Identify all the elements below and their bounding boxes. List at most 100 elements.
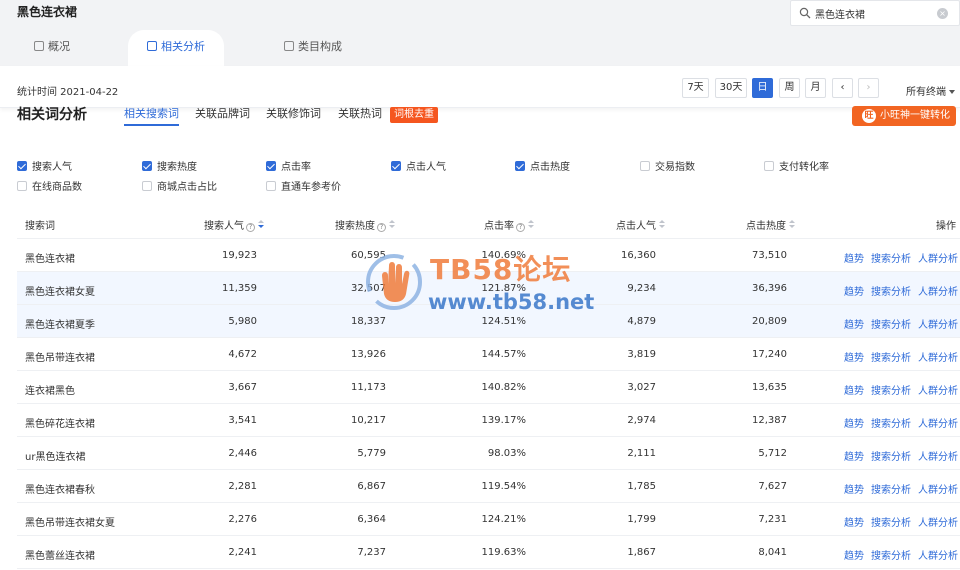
range-day-button[interactable]: 日 <box>752 78 773 98</box>
checkbox[interactable] <box>266 161 276 171</box>
search-analysis-link[interactable]: 搜索分析 <box>871 415 911 430</box>
cell-click-popularity: 4,879 <box>627 316 656 327</box>
sort-icon[interactable] <box>528 220 534 229</box>
terminal-select[interactable]: 所有终端 <box>906 83 955 98</box>
search-analysis-link[interactable]: 搜索分析 <box>871 514 911 529</box>
checkbox[interactable] <box>17 181 27 191</box>
subtab-hot-terms[interactable]: 关联热词 <box>338 105 382 121</box>
checkbox[interactable] <box>764 161 774 171</box>
cell-click-heat: 5,712 <box>758 448 787 459</box>
sort-icon[interactable] <box>789 220 795 229</box>
trend-link[interactable]: 趋势 <box>844 283 864 298</box>
crowd-analysis-link[interactable]: 人群分析 <box>918 448 958 463</box>
help-icon[interactable]: ? <box>516 223 525 232</box>
crowd-analysis-link[interactable]: 人群分析 <box>918 250 958 265</box>
checkbox[interactable] <box>515 161 525 171</box>
cell-search-heat: 5,779 <box>357 448 386 459</box>
help-icon[interactable]: ? <box>246 223 255 232</box>
search-analysis-link[interactable]: 搜索分析 <box>871 349 911 364</box>
checkbox[interactable] <box>266 181 276 191</box>
col-ctr[interactable]: 点击率? <box>484 217 534 232</box>
metric-online-products[interactable]: 在线商品数 <box>17 181 82 195</box>
cell-term: 黑色吊带连衣裙女夏 <box>25 518 115 529</box>
col-search-heat[interactable]: 搜索热度? <box>335 217 395 232</box>
subtab-related-search-terms[interactable]: 相关搜索词 <box>124 105 179 126</box>
crowd-analysis-link[interactable]: 人群分析 <box>918 316 958 331</box>
trend-link[interactable]: 趋势 <box>844 514 864 529</box>
cell-search-popularity: 2,241 <box>228 547 257 558</box>
checkbox[interactable] <box>142 161 152 171</box>
clear-icon[interactable]: × <box>937 8 948 19</box>
trend-link[interactable]: 趋势 <box>844 382 864 397</box>
crowd-analysis-link[interactable]: 人群分析 <box>918 415 958 430</box>
search-analysis-link[interactable]: 搜索分析 <box>871 283 911 298</box>
search-analysis-link[interactable]: 搜索分析 <box>871 382 911 397</box>
subtab-modifier-terms[interactable]: 关联修饰词 <box>266 105 321 121</box>
search-analysis-link[interactable]: 搜索分析 <box>871 448 911 463</box>
trend-link[interactable]: 趋势 <box>844 448 864 463</box>
crowd-analysis-link[interactable]: 人群分析 <box>918 481 958 496</box>
checkbox[interactable] <box>142 181 152 191</box>
trend-link[interactable]: 趋势 <box>844 547 864 562</box>
col-click-popularity[interactable]: 点击人气 <box>616 217 665 232</box>
metric-ztc-reference-price[interactable]: 直通车参考价 <box>266 181 341 195</box>
next-date-button[interactable]: › <box>858 78 879 98</box>
search-input[interactable] <box>815 5 935 22</box>
search-analysis-link[interactable]: 搜索分析 <box>871 481 911 496</box>
col-search-popularity[interactable]: 搜索人气? <box>204 217 264 232</box>
metric-search-popularity[interactable]: 搜索人气 <box>17 161 72 175</box>
range-month-button[interactable]: 月 <box>805 78 826 98</box>
metric-payment-conversion[interactable]: 支付转化率 <box>764 161 829 175</box>
search-analysis-link[interactable]: 搜索分析 <box>871 547 911 562</box>
trend-link[interactable]: 趋势 <box>844 481 864 496</box>
convert-button[interactable]: 旺 小旺神一键转化 <box>852 106 956 126</box>
trend-link[interactable]: 趋势 <box>844 316 864 331</box>
trend-link[interactable]: 趋势 <box>844 415 864 430</box>
metric-click-popularity[interactable]: 点击人气 <box>391 161 446 175</box>
prev-date-button[interactable]: ‹ <box>832 78 853 98</box>
crowd-analysis-link[interactable]: 人群分析 <box>918 514 958 529</box>
table-row: 黑色蕾丝连衣裙 2,241 7,237 119.63% 1,867 8,041 … <box>17 536 960 569</box>
cell-term: 黑色蕾丝连衣裙 <box>25 551 95 562</box>
sort-icon[interactable] <box>659 220 665 229</box>
metric-mall-click-ratio[interactable]: 商城点击占比 <box>142 181 217 195</box>
search-box[interactable]: × <box>790 0 960 26</box>
metric-label: 点击热度 <box>530 162 570 173</box>
col-label: 点击人气 <box>616 221 656 232</box>
metric-trade-index[interactable]: 交易指数 <box>640 161 695 175</box>
tab-related-analysis[interactable]: 相关分析 <box>128 30 224 66</box>
tab-label: 相关分析 <box>161 40 205 53</box>
trend-link[interactable]: 趋势 <box>844 250 864 265</box>
search-analysis-link[interactable]: 搜索分析 <box>871 316 911 331</box>
crowd-analysis-link[interactable]: 人群分析 <box>918 382 958 397</box>
checkbox[interactable] <box>391 161 401 171</box>
sort-icon[interactable] <box>258 220 264 229</box>
crowd-analysis-link[interactable]: 人群分析 <box>918 349 958 364</box>
checkbox[interactable] <box>640 161 650 171</box>
search-analysis-link[interactable]: 搜索分析 <box>871 250 911 265</box>
dedup-badge[interactable]: 词根去重 <box>390 107 438 123</box>
crowd-analysis-link[interactable]: 人群分析 <box>918 283 958 298</box>
subtab-brand-terms[interactable]: 关联品牌词 <box>195 105 250 121</box>
crowd-analysis-link[interactable]: 人群分析 <box>918 547 958 562</box>
tab-overview[interactable]: 概况 <box>34 30 70 66</box>
col-click-heat[interactable]: 点击热度 <box>746 217 795 232</box>
range-7-days-button[interactable]: 7天 <box>682 78 709 98</box>
metric-label: 商城点击占比 <box>157 182 217 193</box>
metric-click-heat[interactable]: 点击热度 <box>515 161 570 175</box>
stat-time: 统计时间 2021-04-22 <box>17 87 119 98</box>
trend-link[interactable]: 趋势 <box>844 349 864 364</box>
convert-button-label: 小旺神一键转化 <box>880 110 950 121</box>
cell-search-popularity: 4,672 <box>228 349 257 360</box>
range-week-button[interactable]: 周 <box>779 78 800 98</box>
checkbox[interactable] <box>17 161 27 171</box>
help-icon[interactable]: ? <box>377 223 386 232</box>
range-30-days-button[interactable]: 30天 <box>715 78 747 98</box>
metric-label: 点击率 <box>281 162 311 173</box>
metric-search-heat[interactable]: 搜索热度 <box>142 161 197 175</box>
tab-label: 概况 <box>48 40 70 53</box>
cell-ctr: 119.54% <box>481 481 527 492</box>
metric-ctr[interactable]: 点击率 <box>266 161 311 175</box>
tab-category-composition[interactable]: 类目构成 <box>284 30 342 66</box>
sort-icon[interactable] <box>389 220 395 229</box>
